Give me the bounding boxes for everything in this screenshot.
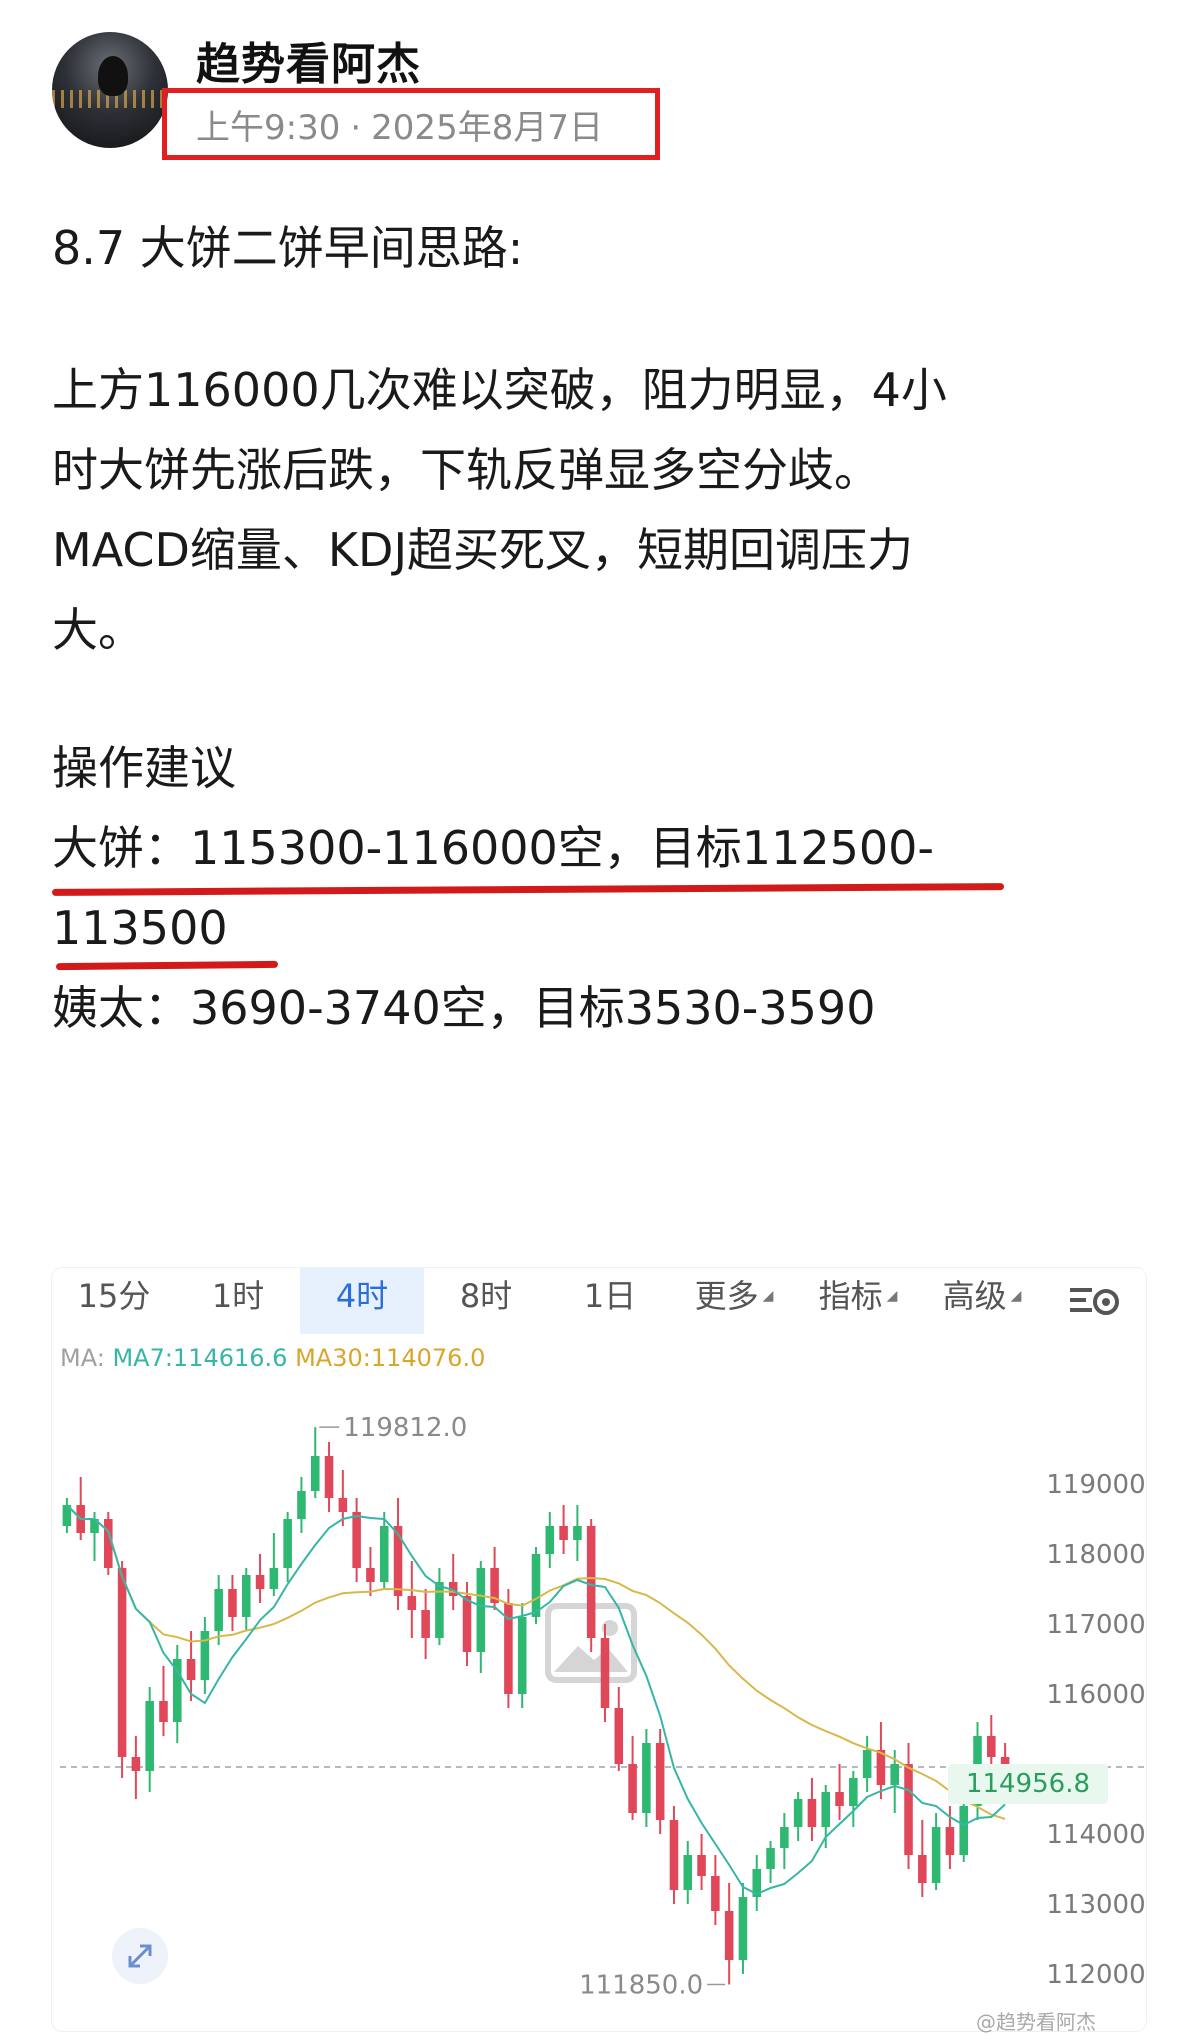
kline-chart-screenshot: 15分 1时 4时 8时 1日 更多 ◢ 指标 ◢ 高级 ◢ MA: MA7:1146… [52,1268,1146,2031]
ops-line-btc-cont: 113500 [52,901,228,955]
ops-line-eth: 姨太：3690-3740空，目标3530-3590 [52,981,876,1035]
y-tick-label: 113000 [1046,1890,1145,1920]
candle-body [462,1596,472,1652]
candle-body [890,1764,900,1785]
post-date: 2025年8月7日 [371,108,603,148]
y-tick-label: 117000 [1046,1610,1145,1640]
candle-body [159,1701,168,1722]
body-line: 大。 [52,603,144,657]
candle-body [379,1526,389,1582]
candle-body [559,1526,568,1540]
candle-body [586,1526,596,1638]
candle-body [366,1568,375,1582]
candle-body [683,1855,693,1890]
candle-body [186,1659,196,1680]
y-tick-label: 112000 [1046,1960,1145,1990]
post-timestamp: 上午9:30 · 2025年8月7日 [196,100,603,149]
candle-body [945,1827,955,1855]
candle-body [724,1911,734,1960]
candle-body [766,1848,775,1869]
y-tick-label: 119000 [1046,1470,1145,1500]
candle-body [600,1638,610,1708]
candle-body [407,1596,417,1610]
candle-body [297,1491,306,1519]
candle-body [711,1876,720,1911]
candle-body [214,1589,223,1631]
candle-body [821,1792,831,1827]
ops-heading: 操作建议 [52,741,236,795]
candle-body [835,1792,844,1806]
candle-body [421,1610,430,1638]
candle-body [849,1778,858,1806]
post-time: 上午9:30 [196,108,341,148]
candle-body [476,1568,486,1652]
candle-body [697,1855,706,1876]
candle-body [614,1708,624,1764]
candle-body [200,1631,210,1680]
ops-line-btc: 大饼：115300-116000空，目标112500- [52,821,934,875]
candle-body [531,1554,541,1617]
body-line: 时大饼先涨后跌，下轨反弹显多空分歧。 [52,443,880,497]
candle-body [310,1456,320,1491]
low-price-label: 111850.0 [579,1971,703,2001]
expand-arrows-icon[interactable] [112,1928,168,1984]
candle-body [807,1799,817,1827]
candle-body [862,1750,872,1778]
candle-body [669,1820,679,1890]
candle-body [283,1519,292,1568]
y-tick-label: 118000 [1046,1540,1145,1570]
candle-body [628,1764,637,1813]
author-avatar[interactable] [52,32,168,148]
candle-body [269,1568,279,1589]
body-line: MACD缩量、KDJ超买死叉，短期回调压力 [52,523,914,577]
candle-body [517,1617,527,1694]
candle-body [987,1736,996,1757]
candle-body [338,1498,348,1512]
candle-body [738,1897,748,1960]
candle-body [241,1575,251,1617]
candle-body [573,1526,582,1540]
post-body: 上方116000几次难以突破，阻力明显，4小 时大饼先涨后跌，下轨反弹显多空分歧… [52,350,1140,670]
candle-body [931,1827,941,1883]
candle-body [393,1526,403,1596]
expand-arrows-glyph [128,1944,152,1968]
candle-body [117,1568,127,1757]
candle-body [255,1575,265,1589]
high-price-label: 119812.0 [343,1413,467,1443]
candle-body [145,1701,154,1771]
candlestick-plot[interactable]: 119000 118000 117000 116000 114000 113000 1120… [52,1268,1146,2031]
meta-separator: · [350,108,362,148]
candle-body [793,1799,803,1827]
post-title: 8.7 大饼二饼早间思路: [52,221,524,275]
avatar-person-silhouette [98,56,128,96]
y-tick-label: 114000 [1046,1820,1145,1850]
candle-body [959,1806,968,1855]
y-tick-label: 116000 [1046,1680,1145,1710]
current-price-tag: 114956.8 [948,1764,1108,1804]
author-name[interactable]: 趋势看阿杰 [196,28,421,92]
candle-body [435,1582,444,1638]
candle-body [324,1456,334,1498]
body-line: 上方116000几次难以突破，阻力明显，4小 [52,363,947,417]
candle-body [545,1526,555,1554]
candle-body [352,1512,361,1568]
candle-body [780,1827,789,1848]
candle-body [131,1757,141,1771]
candle-body [904,1764,913,1855]
candle-body [228,1589,237,1617]
candle-body [642,1743,651,1813]
candle-body [918,1855,927,1883]
candle-body [655,1743,665,1820]
